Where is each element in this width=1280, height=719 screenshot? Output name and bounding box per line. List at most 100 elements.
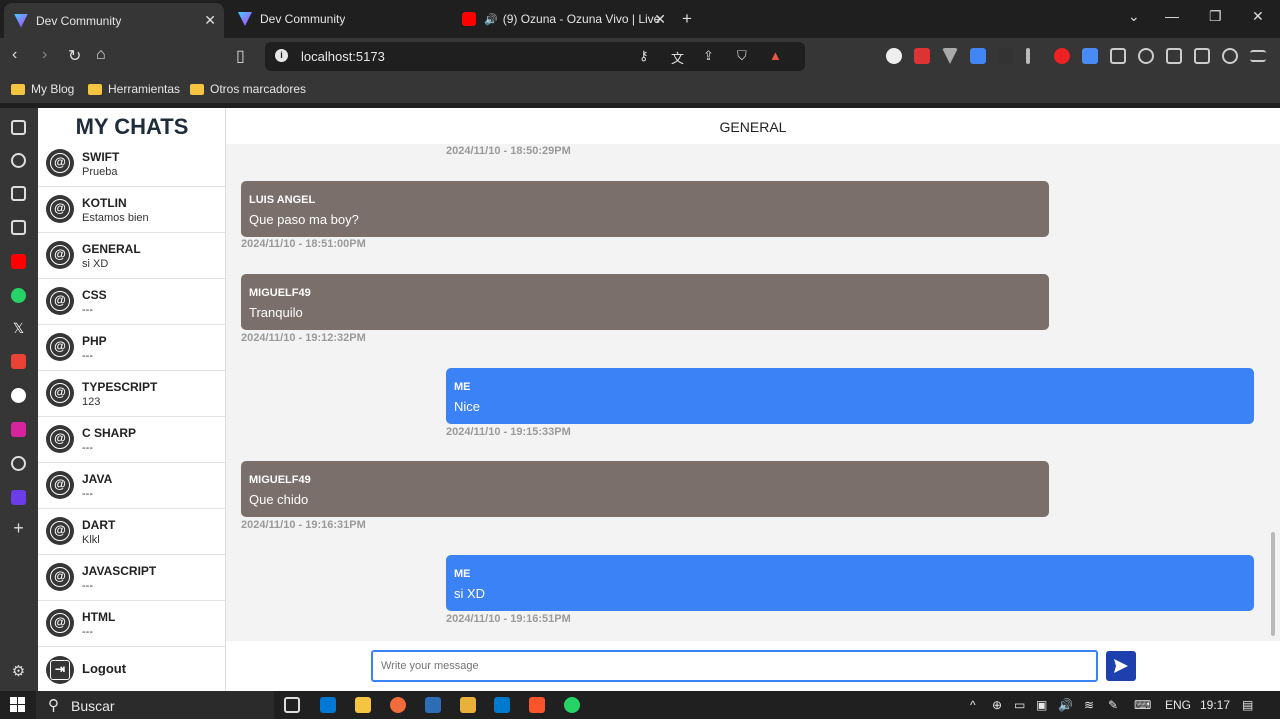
taskbar-search[interactable]: ⚲ Buscar <box>36 691 274 719</box>
gmail-icon[interactable] <box>11 354 26 369</box>
x-icon[interactable]: 𝕏 <box>11 321 26 336</box>
extensions-puzzle-icon[interactable] <box>1110 48 1126 64</box>
messages-scrollbar[interactable] <box>1271 532 1275 636</box>
bookmark-icon[interactable]: ▯ <box>236 46 245 66</box>
share-icon[interactable]: ⇪ <box>703 48 714 64</box>
clock[interactable]: 19:17 <box>1200 698 1230 712</box>
wallet-icon[interactable] <box>11 120 26 135</box>
chat-item-general[interactable]: @ GENERAL si XD <box>38 233 225 279</box>
tab-title: Dev Community <box>36 13 122 28</box>
display-icon[interactable]: ▣ <box>1036 698 1047 712</box>
chat-item-css[interactable]: @ CSS --- <box>38 279 225 325</box>
extension-icon[interactable] <box>998 48 1014 64</box>
chat-item-csharp[interactable]: @ C SHARP --- <box>38 417 225 463</box>
chat-item-dart[interactable]: @ DART Klkl <box>38 509 225 555</box>
key-icon[interactable]: ⚷ <box>639 48 649 64</box>
chat-item-swift[interactable]: @ SWIFT Prueba <box>38 141 225 187</box>
minimize-icon[interactable]: — <box>1165 8 1179 24</box>
message-sender: MIGUELF49 <box>249 474 311 486</box>
language-indicator[interactable]: ENG <box>1165 698 1191 712</box>
sidebar-toggle-icon[interactable] <box>1166 48 1182 64</box>
app-icon[interactable] <box>11 490 26 505</box>
app-icon[interactable] <box>425 697 441 713</box>
github-icon[interactable] <box>11 388 26 403</box>
chat-item-typescript[interactable]: @ TYPESCRIPT 123 <box>38 371 225 417</box>
menu-icon[interactable] <box>1250 50 1266 62</box>
translate-icon[interactable]: 文 <box>671 48 684 67</box>
chat-item-kotlin[interactable]: @ KOTLIN Estamos bien <box>38 187 225 233</box>
task-view-icon[interactable] <box>284 697 300 713</box>
chevron-up-icon[interactable]: ^ <box>970 698 976 712</box>
send-button[interactable] <box>1106 651 1136 681</box>
brave-rewards-icon[interactable]: ▲ <box>769 48 782 63</box>
extension-icon[interactable] <box>1054 48 1070 64</box>
tab-dev-community-active[interactable]: Dev Community ✕ <box>4 3 224 38</box>
pen-icon[interactable]: ✎ <box>1108 698 1118 712</box>
reading-list-icon[interactable] <box>11 220 26 235</box>
reload-icon[interactable]: ↻ <box>68 46 81 66</box>
instagram-icon[interactable] <box>11 422 26 437</box>
logout-button[interactable]: ⇥ Logout <box>38 646 225 691</box>
volume-icon[interactable]: 🔊 <box>1058 698 1073 712</box>
tab-search-icon[interactable]: ⌄ <box>1128 8 1140 25</box>
wifi-icon[interactable]: ≋ <box>1084 698 1094 712</box>
close-tab-icon[interactable]: ✕ <box>204 12 216 29</box>
network-icon[interactable]: ⊕ <box>992 698 1002 712</box>
site-info-icon[interactable]: i <box>275 49 288 62</box>
tab-youtube[interactable]: 🔊 (9) Ozuna - Ozuna Vivo | Live Al ✕ <box>452 4 674 34</box>
keyboard-icon[interactable]: ⌨ <box>1134 698 1151 712</box>
brave-shield-icon[interactable]: ⛉ <box>737 48 747 64</box>
chat-last-message: Prueba <box>82 166 118 178</box>
notifications-icon[interactable]: ▤ <box>1242 698 1253 712</box>
wallet-icon[interactable] <box>1194 48 1210 64</box>
windows-start-icon[interactable] <box>10 697 25 712</box>
settings-icon[interactable]: ⚙ <box>11 664 26 679</box>
bookmarks-icon[interactable] <box>11 186 26 201</box>
extension-icon[interactable] <box>1082 48 1098 64</box>
brave-icon[interactable] <box>529 697 545 713</box>
forward-icon[interactable]: › <box>42 46 47 64</box>
chat-item-java[interactable]: @ JAVA --- <box>38 463 225 509</box>
leo-ai-icon[interactable] <box>1222 48 1238 64</box>
home-icon[interactable]: ⌂ <box>96 46 106 64</box>
bookmark-herramientas[interactable]: Herramientas <box>88 82 180 96</box>
youtube-icon[interactable] <box>11 254 26 269</box>
extension-icon[interactable] <box>914 48 930 64</box>
back-icon[interactable]: ‹ <box>12 46 17 64</box>
battery-icon[interactable]: ▭ <box>1014 698 1025 712</box>
address-bar[interactable]: i localhost:5173 ⚷ 文 ⇪ ⛉ ▲ <box>265 42 805 71</box>
bookmark-otros[interactable]: Otros marcadores <box>190 82 306 96</box>
extension-icon[interactable] <box>970 48 986 64</box>
message-input[interactable] <box>371 650 1098 682</box>
outlook-icon[interactable] <box>320 697 336 713</box>
url-text: localhost:5173 <box>301 49 385 64</box>
extension-icon[interactable] <box>886 48 902 64</box>
whatsapp-icon[interactable] <box>11 288 26 303</box>
close-window-icon[interactable]: ✕ <box>1252 8 1264 25</box>
chat-item-javascript[interactable]: @ JAVASCRIPT --- <box>38 555 225 601</box>
new-tab-icon[interactable]: + <box>682 9 692 29</box>
app-icon[interactable] <box>390 697 406 713</box>
restore-icon[interactable]: ❐ <box>1209 8 1222 25</box>
message-timestamp: 2024/11/10 - 19:15:33PM <box>446 426 571 438</box>
tab-dev-community[interactable]: Dev Community <box>228 4 448 34</box>
close-tab-icon[interactable]: ✕ <box>654 11 666 28</box>
add-icon[interactable]: + <box>11 519 26 537</box>
messages-list[interactable]: 2024/11/10 - 18:50:29PM LUIS ANGEL Que p… <box>226 144 1280 641</box>
chat-item-html[interactable]: @ HTML --- <box>38 601 225 647</box>
chat-last-message: --- <box>82 626 93 638</box>
media-icon[interactable] <box>1138 48 1154 64</box>
message-timestamp: 2024/11/10 - 19:16:51PM <box>446 613 571 625</box>
chat-last-message: si XD <box>82 258 109 270</box>
app-icon[interactable] <box>460 697 476 713</box>
eyedropper-icon[interactable] <box>1026 48 1030 64</box>
message-timestamp: 2024/11/10 - 18:50:29PM <box>446 145 571 157</box>
bookmark-my-blog[interactable]: My Blog <box>11 82 74 96</box>
whatsapp-icon[interactable] <box>564 697 580 713</box>
vscode-icon[interactable] <box>494 697 510 713</box>
message-text: Tranquilo <box>249 305 303 320</box>
openai-icon[interactable] <box>11 456 26 471</box>
leo-icon[interactable] <box>11 153 26 168</box>
chat-item-php[interactable]: @ PHP --- <box>38 325 225 371</box>
file-explorer-icon[interactable] <box>355 697 371 713</box>
